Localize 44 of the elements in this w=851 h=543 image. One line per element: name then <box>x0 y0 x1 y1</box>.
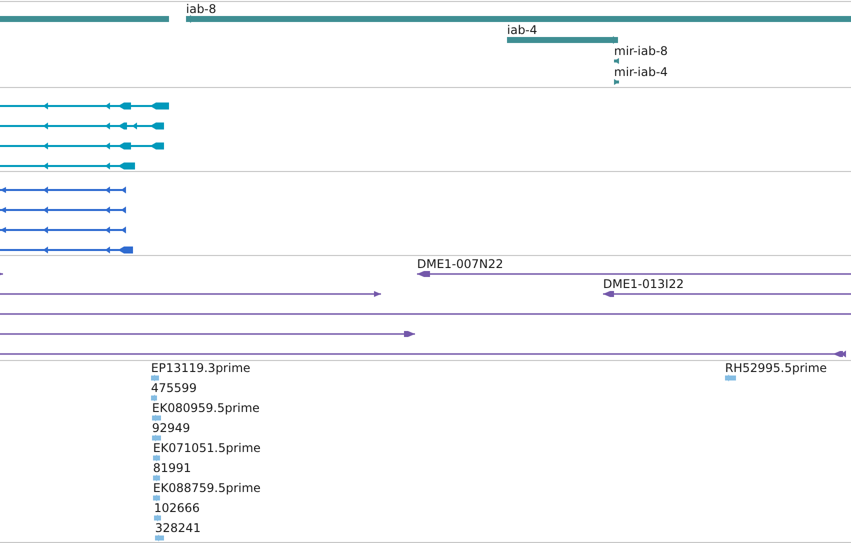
gene-glyph[interactable] <box>614 79 619 85</box>
gene-glyph[interactable] <box>614 58 619 64</box>
gene-glyph[interactable] <box>186 15 851 23</box>
est-glyph[interactable] <box>153 454 160 462</box>
transcript-glyph[interactable] <box>0 142 164 150</box>
clone-glyph[interactable] <box>417 271 851 277</box>
est-glyph[interactable] <box>154 514 161 522</box>
gene-glyph[interactable] <box>507 36 618 44</box>
feature-label: EK071051.5prime <box>153 441 261 455</box>
feature-label: RH52995.5prime <box>725 361 827 375</box>
est-glyph[interactable] <box>153 494 160 502</box>
feature-label: EK088759.5prime <box>153 481 261 495</box>
est-glyph[interactable] <box>152 434 161 442</box>
est-glyph[interactable] <box>151 374 159 382</box>
clone-glyph[interactable] <box>603 291 851 297</box>
feature-label: mir-iab-4 <box>614 65 668 79</box>
transcript-glyph[interactable] <box>0 186 126 194</box>
transcript-glyph[interactable] <box>0 102 169 110</box>
est-glyph[interactable] <box>155 534 164 542</box>
clone-glyph[interactable] <box>0 331 415 337</box>
est-glyph[interactable] <box>152 414 161 422</box>
feature-label: 102666 <box>154 501 200 515</box>
transcript-glyph[interactable] <box>0 122 164 130</box>
feature-label: EK080959.5prime <box>152 401 260 415</box>
transcript-glyph[interactable] <box>0 226 126 234</box>
clone-glyph[interactable] <box>0 350 846 358</box>
feature-label: 328241 <box>155 521 201 535</box>
est-glyph[interactable] <box>153 474 160 482</box>
feature-label: mir-iab-8 <box>614 44 668 58</box>
transcript-glyph[interactable] <box>0 246 133 254</box>
feature-label: DME1-007N22 <box>417 257 504 271</box>
feature-label: DME1-013I22 <box>603 277 684 291</box>
feature-label: 92949 <box>152 421 190 435</box>
feature-label: 475599 <box>151 381 197 395</box>
feature-label: iab-8 <box>186 2 216 16</box>
est-glyph[interactable] <box>725 374 736 382</box>
est-glyph[interactable] <box>151 394 157 402</box>
feature-label: iab-4 <box>507 23 538 37</box>
transcript-glyph[interactable] <box>0 206 126 214</box>
clone-glyph[interactable] <box>0 271 3 277</box>
feature-label: 81991 <box>153 461 192 475</box>
clone-glyph[interactable] <box>0 291 381 297</box>
feature-label: EP13119.3prime <box>151 361 250 375</box>
transcript-glyph[interactable] <box>0 162 135 170</box>
